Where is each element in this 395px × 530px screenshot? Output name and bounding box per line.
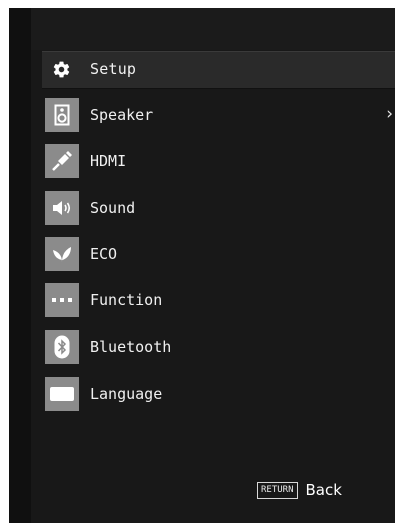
menu-item-hdmi[interactable]: HDMI <box>42 143 395 179</box>
menu-item-sound[interactable]: Sound <box>42 190 395 226</box>
menu-item-bluetooth[interactable]: Bluetooth <box>42 329 395 365</box>
return-key-icon: RETURN <box>257 481 298 499</box>
hdmi-cable-icon <box>45 144 79 178</box>
back-label: Back <box>305 481 342 499</box>
setup-menu-screen: Setup Speaker › HDMI Sound ECO Function … <box>9 8 395 523</box>
menu-item-speaker[interactable]: Speaker › <box>42 97 395 133</box>
menu-item-label: Function <box>90 291 163 309</box>
menu-item-language[interactable]: Language <box>42 376 395 412</box>
speaker-icon <box>45 98 79 132</box>
bluetooth-icon <box>45 330 79 364</box>
menu-item-label: Sound <box>90 199 136 217</box>
chevron-right-icon: › <box>386 104 393 124</box>
left-strip <box>9 8 31 523</box>
top-bar <box>31 8 395 50</box>
function-dots-icon <box>45 283 79 317</box>
setup-header: Setup <box>42 51 395 89</box>
sound-icon <box>45 191 79 225</box>
language-abc-icon <box>45 377 79 411</box>
menu-item-function[interactable]: Function <box>42 282 395 318</box>
setup-title: Setup <box>90 60 137 78</box>
menu-item-eco[interactable]: ECO <box>42 236 395 272</box>
menu-item-label: Bluetooth <box>90 338 172 356</box>
menu-item-label: Language <box>90 385 163 403</box>
eco-leaf-icon <box>45 237 79 271</box>
menu-item-label: ECO <box>90 245 118 263</box>
gear-icon <box>52 60 71 79</box>
menu-item-label: HDMI <box>90 152 127 170</box>
menu-item-label: Speaker <box>90 106 154 124</box>
back-control[interactable]: RETURN Back <box>257 479 342 501</box>
